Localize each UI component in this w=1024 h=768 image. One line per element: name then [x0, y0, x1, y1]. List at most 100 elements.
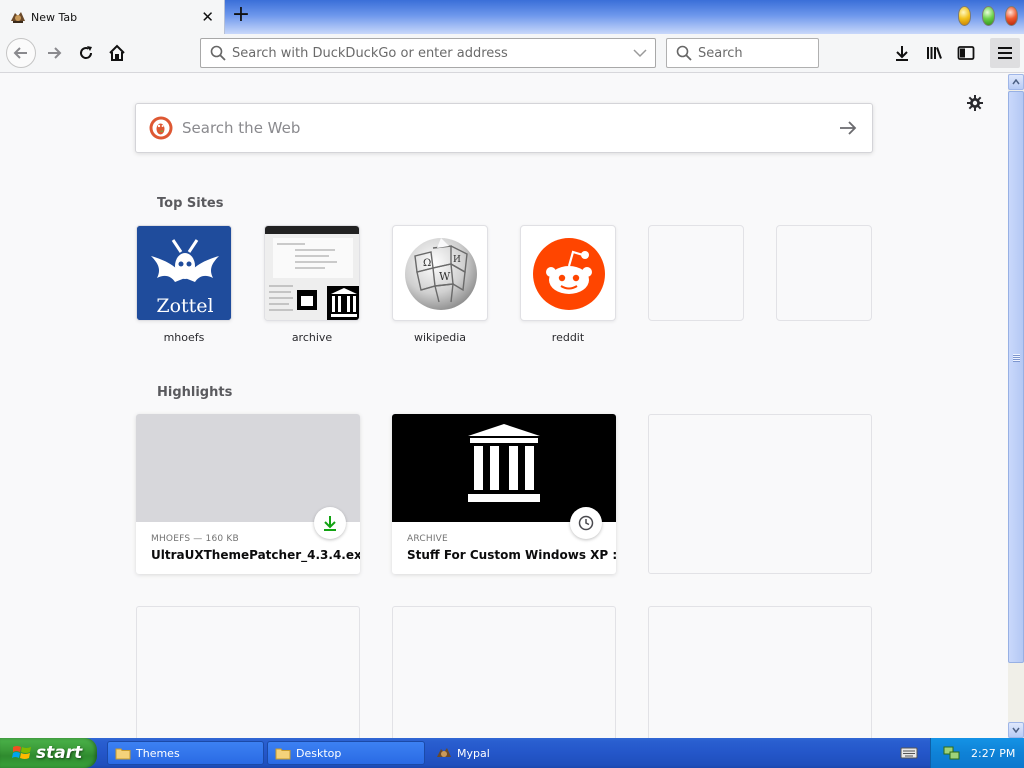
taskbar: start Themes Desktop Mypal 2:27 PM [0, 738, 1024, 768]
folder-icon [275, 748, 291, 760]
highlight-card-archive[interactable]: ARCHIVE Stuff For Custom Windows XP : ..… [392, 414, 616, 574]
hamburger-menu-icon [998, 47, 1012, 59]
folder-icon [115, 748, 131, 760]
svg-text:И: И [453, 255, 461, 265]
site-label: reddit [551, 331, 585, 344]
taskbar-item-desktop[interactable]: Desktop [267, 741, 425, 765]
svg-text:Ω: Ω [423, 258, 431, 269]
site-label: mhoefs [163, 331, 205, 344]
web-search-input[interactable] [182, 119, 822, 137]
chevron-up-icon [1012, 79, 1020, 85]
start-button[interactable]: start [0, 738, 97, 768]
menu-button[interactable] [990, 38, 1020, 68]
start-label: start [36, 743, 83, 763]
top-site-mhoefs[interactable]: Zottel mhoefs [136, 225, 232, 344]
card-badge [314, 507, 346, 539]
tab-strip: New Tab ✕ + [0, 0, 1024, 34]
mypal-icon [437, 748, 451, 757]
search-bar[interactable] [666, 38, 819, 68]
scroll-up-button[interactable] [1008, 74, 1024, 90]
top-site-reddit[interactable]: reddit [520, 225, 616, 344]
new-tab-button[interactable]: + [230, 4, 252, 28]
highlight-card-download[interactable]: MHOEFS — 160 KB UltraUXThemePatcher_4.3.… [136, 414, 360, 574]
home-icon [109, 44, 125, 61]
network-icon[interactable] [943, 745, 961, 761]
card-title: Stuff For Custom Windows XP : ... [407, 548, 616, 562]
arrow-right-icon[interactable] [838, 119, 858, 137]
card-badge [570, 507, 602, 539]
forward-button[interactable] [40, 39, 68, 67]
close-tab-icon[interactable]: ✕ [201, 9, 214, 25]
home-button[interactable] [103, 39, 131, 67]
clock-icon [578, 515, 594, 531]
reload-icon [80, 46, 93, 59]
scroll-grip [1013, 354, 1020, 362]
chevron-down-icon [1012, 727, 1020, 733]
highlight-placeholder [136, 606, 360, 738]
archive-logo-icon [468, 424, 540, 502]
top-site-empty [776, 225, 872, 321]
web-search-box[interactable] [135, 103, 873, 153]
maximize-button[interactable] [982, 6, 995, 26]
highlights-heading: Highlights [157, 385, 233, 400]
scroll-thumb[interactable] [1008, 91, 1024, 663]
navigation-toolbar [0, 34, 1024, 73]
top-site-archive[interactable]: archive [264, 225, 360, 344]
search-icon [676, 45, 692, 61]
downloads-button[interactable] [888, 39, 916, 67]
close-window-button[interactable] [1005, 6, 1018, 26]
top-site-wikipedia[interactable]: Ω W И wikipedia [392, 225, 488, 344]
url-bar[interactable] [200, 38, 656, 68]
tab-new-tab[interactable]: New Tab ✕ [0, 0, 225, 34]
sidebar-icon [957, 46, 975, 60]
vertical-scrollbar[interactable] [1008, 74, 1024, 738]
zottel-logo-icon: Zottel [137, 226, 231, 320]
highlight-placeholder [648, 606, 872, 738]
search-input[interactable] [698, 45, 808, 61]
system-tray: 2:27 PM [930, 738, 1024, 768]
highlight-placeholder [648, 414, 872, 574]
highlight-placeholder [392, 606, 616, 738]
sidebar-button[interactable] [952, 39, 980, 67]
card-meta: MHOEFS — 160 KB [151, 534, 239, 544]
wikipedia-globe-icon: Ω W И [405, 238, 477, 310]
library-button[interactable] [920, 39, 948, 67]
customize-button[interactable] [966, 94, 984, 116]
library-icon [927, 47, 942, 59]
svg-text:W: W [439, 270, 451, 283]
top-sites-heading: Top Sites [157, 196, 224, 211]
windows-logo-icon [12, 746, 31, 759]
card-preview [136, 414, 360, 522]
task-label: Themes [136, 746, 180, 760]
url-input[interactable] [232, 45, 622, 61]
task-label: Mypal [457, 746, 490, 760]
clock: 2:27 PM [971, 746, 1016, 760]
site-thumbnail [520, 225, 616, 321]
empty-site-placeholder [648, 225, 744, 321]
top-site-empty [648, 225, 744, 321]
reload-button[interactable] [72, 39, 100, 67]
site-thumbnail: Ω W И [392, 225, 488, 321]
gear-icon [967, 95, 983, 111]
card-preview [392, 414, 616, 522]
download-icon [324, 516, 336, 531]
minimize-button[interactable] [958, 6, 971, 26]
card-meta: ARCHIVE [407, 534, 448, 544]
download-icon [896, 46, 908, 61]
tab-title: New Tab [31, 10, 78, 24]
forward-arrow-icon [48, 47, 62, 59]
empty-site-placeholder [776, 225, 872, 321]
taskbar-item-themes[interactable]: Themes [107, 741, 264, 765]
keyboard-icon[interactable] [900, 745, 918, 759]
back-button[interactable] [6, 38, 36, 68]
reddit-logo-icon [533, 238, 605, 310]
chevron-down-icon[interactable] [633, 47, 647, 59]
scroll-down-button[interactable] [1008, 722, 1024, 738]
archive-screenshot-icon [265, 226, 359, 320]
site-label: wikipedia [413, 331, 466, 344]
svg-text:Zottel: Zottel [156, 295, 213, 317]
new-tab-page: Top Sites Zottel mhoefs [0, 74, 1008, 738]
task-label: Desktop [296, 746, 342, 760]
taskbar-item-mypal[interactable]: Mypal [429, 741, 585, 765]
card-title: UltraUXThemePatcher_4.3.4.exe [151, 548, 360, 562]
